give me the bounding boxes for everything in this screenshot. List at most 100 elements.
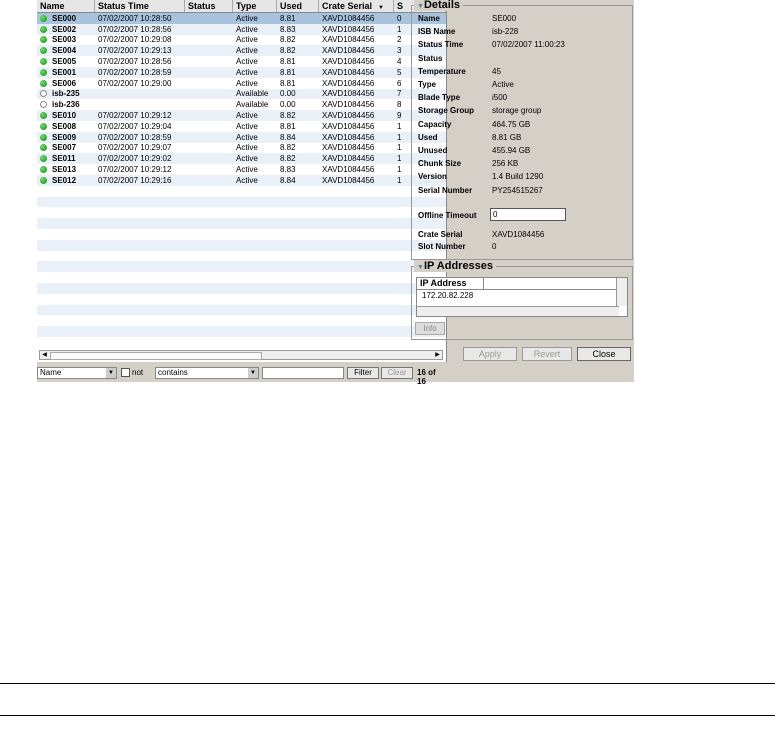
detail-row: ISB Name isb-228 [418,27,518,36]
cell-name-text: isb-235 [52,89,80,99]
cell-name-text: SE007 [52,143,77,153]
detail-label: Slot Number [418,242,466,251]
cell-time: 07/02/2007 10:29:13 [98,46,172,56]
table-row[interactable]: SE002 07/02/2007 10:28:56 Active 8.83 XAVD10… [37,23,446,35]
cell-time: 07/02/2007 10:28:59 [98,67,172,77]
col-header-crate-serial[interactable]: Crate Serial ▼ [319,0,394,12]
cell-used: 8.81 [280,121,296,131]
column-divider [483,278,484,289]
cell-used: 0.00 [280,89,296,99]
cell-used: 8.81 [280,57,296,67]
detail-value: 464.75 GB [492,119,531,129]
cell-s: 1 [397,165,402,175]
clear-button[interactable]: Clear [381,367,413,379]
cell-type: Available [236,100,269,110]
filter-button[interactable]: Filter [347,367,379,379]
table-horizontal-scrollbar[interactable]: ◀ ▶ [39,350,443,360]
empty-row [37,294,446,305]
chevron-down-icon: ▼ [248,368,258,378]
detail-label: Serial Number [418,185,473,195]
col-header-type[interactable]: Type [233,0,277,12]
cell-name-text: SE001 [52,67,77,77]
col-header-status-time[interactable]: Status Time [95,0,185,12]
detail-row: Unused 455.94 GB [418,146,530,155]
detail-row: Serial Number PY254515267 [418,186,543,195]
ip-addresses-title[interactable]: ▼IP Addresses [414,260,497,272]
table-row[interactable]: SE009 07/02/2007 10:28:59 Active 8.84 XAVD10… [37,131,446,143]
detail-value: XAVD1084456 [492,230,545,239]
scroll-right-icon[interactable]: ▶ [433,351,442,359]
empty-row [37,282,446,294]
close-button[interactable]: Close [577,347,631,361]
table-row[interactable]: isb-235 Available 0.00 XAVD1084456 7 [37,88,446,100]
apply-button[interactable]: Apply [463,347,517,361]
col-header-name[interactable]: Name [37,0,95,12]
cell-type: Active [236,13,258,23]
detail-value: Active [492,80,514,89]
detail-offline-timeout: Offline Timeout [418,211,492,220]
filter-field-select[interactable]: Name ▼ [37,367,117,379]
table-row[interactable]: SE012 07/02/2007 10:29:16 Active 8.84 XAVD10… [37,174,446,186]
detail-row: Name SE000 [418,14,516,23]
cell-crate: XAVD1084456 [322,175,375,185]
ip-horizontal-scrollbar[interactable] [417,306,619,316]
cell-name: SE009 [37,133,95,142]
ip-address-row[interactable]: 172.20.82.228 [417,290,627,301]
table-row[interactable]: SE010 07/02/2007 10:29:12 Active 8.82 XAVD10… [37,110,446,121]
info-button[interactable]: Info [415,322,445,335]
scrollbar-thumb[interactable] [50,352,262,360]
not-label: not [132,368,144,377]
cell-type: Active [236,143,258,153]
cell-used: 8.81 [280,78,296,88]
table-row[interactable]: SE008 07/02/2007 10:29:04 Active 8.81 XAVD10… [37,121,446,132]
cell-time: 07/02/2007 10:28:59 [98,132,172,142]
detail-row: Used 8.81 GB [418,133,521,142]
cell-crate: XAVD1084456 [322,78,375,88]
row-count: 16 of 16 [417,368,436,386]
cell-crate: XAVD1084456 [322,13,375,23]
col-header-used[interactable]: Used [277,0,319,12]
table-row[interactable]: SE011 07/02/2007 10:29:02 Active 8.82 XAVD10… [37,153,446,165]
cell-s: 6 [397,78,402,88]
chevron-down-icon: ▼ [106,368,116,378]
scroll-left-icon[interactable]: ◀ [40,351,49,359]
cell-s: 1 [397,154,402,164]
cell-s: 1 [397,24,402,34]
revert-button[interactable]: Revert [522,347,572,361]
empty-row [37,326,446,337]
offline-timeout-input[interactable]: 0 [490,208,566,221]
cell-s: 9 [397,111,402,121]
cell-name: SE002 [37,25,95,34]
collapse-icon: ▼ [417,3,424,10]
ip-vertical-scrollbar[interactable] [616,278,627,306]
filter-value-input[interactable] [262,367,344,379]
cell-type: Active [236,24,258,34]
detail-value: 45 [492,66,501,76]
cell-s: 2 [397,35,402,45]
table-row[interactable]: SE007 07/02/2007 10:29:07 Active 8.82 XAVD10… [37,143,446,154]
table-row[interactable]: SE004 07/02/2007 10:29:13 Active 8.82 XAVD10… [37,45,446,57]
not-checkbox[interactable] [121,368,130,377]
detail-value: 455.94 GB [492,146,531,155]
details-title[interactable]: ▼Details [414,0,464,11]
cell-used: 8.82 [280,111,296,121]
cell-name: isb-236 [37,100,95,109]
details-panel: ▼Details Name SE000 ISB Name isb-228 Status … [411,0,633,260]
table-row[interactable]: SE003 07/02/2007 10:29:08 Active 8.82 XAVD10… [37,35,446,46]
detail-value: i500 [492,93,508,103]
cell-name-text: SE009 [52,132,77,142]
cell-time: 07/02/2007 10:29:02 [98,154,172,164]
table-row[interactable]: SE013 07/02/2007 10:29:12 Active 8.83 XAVD10… [37,164,446,175]
table-row[interactable]: SE006 07/02/2007 10:29:00 Active 8.81 XAVD10… [37,78,446,89]
table-row[interactable]: isb-236 Available 0.00 XAVD1084456 8 [37,99,446,110]
cell-name-text: SE006 [52,78,77,88]
cell-name-text: SE005 [52,57,77,67]
cell-type: Active [236,67,258,77]
table-row[interactable]: SE005 07/02/2007 10:28:56 Active 8.81 XAVD10… [37,56,446,67]
ip-addresses-panel: ▼IP Addresses IP Address 172.20.82.228 I… [411,260,633,340]
table-row[interactable]: SE001 07/02/2007 10:28:59 Active 8.81 XAVD10… [37,66,446,78]
col-header-status[interactable]: Status [185,0,233,12]
table-row[interactable]: SE000 07/02/2007 10:28:50 Active 8.81 XAVD10… [37,13,446,24]
ip-address-header[interactable]: IP Address [417,278,627,290]
filter-operator-select[interactable]: contains ▼ [155,367,259,379]
